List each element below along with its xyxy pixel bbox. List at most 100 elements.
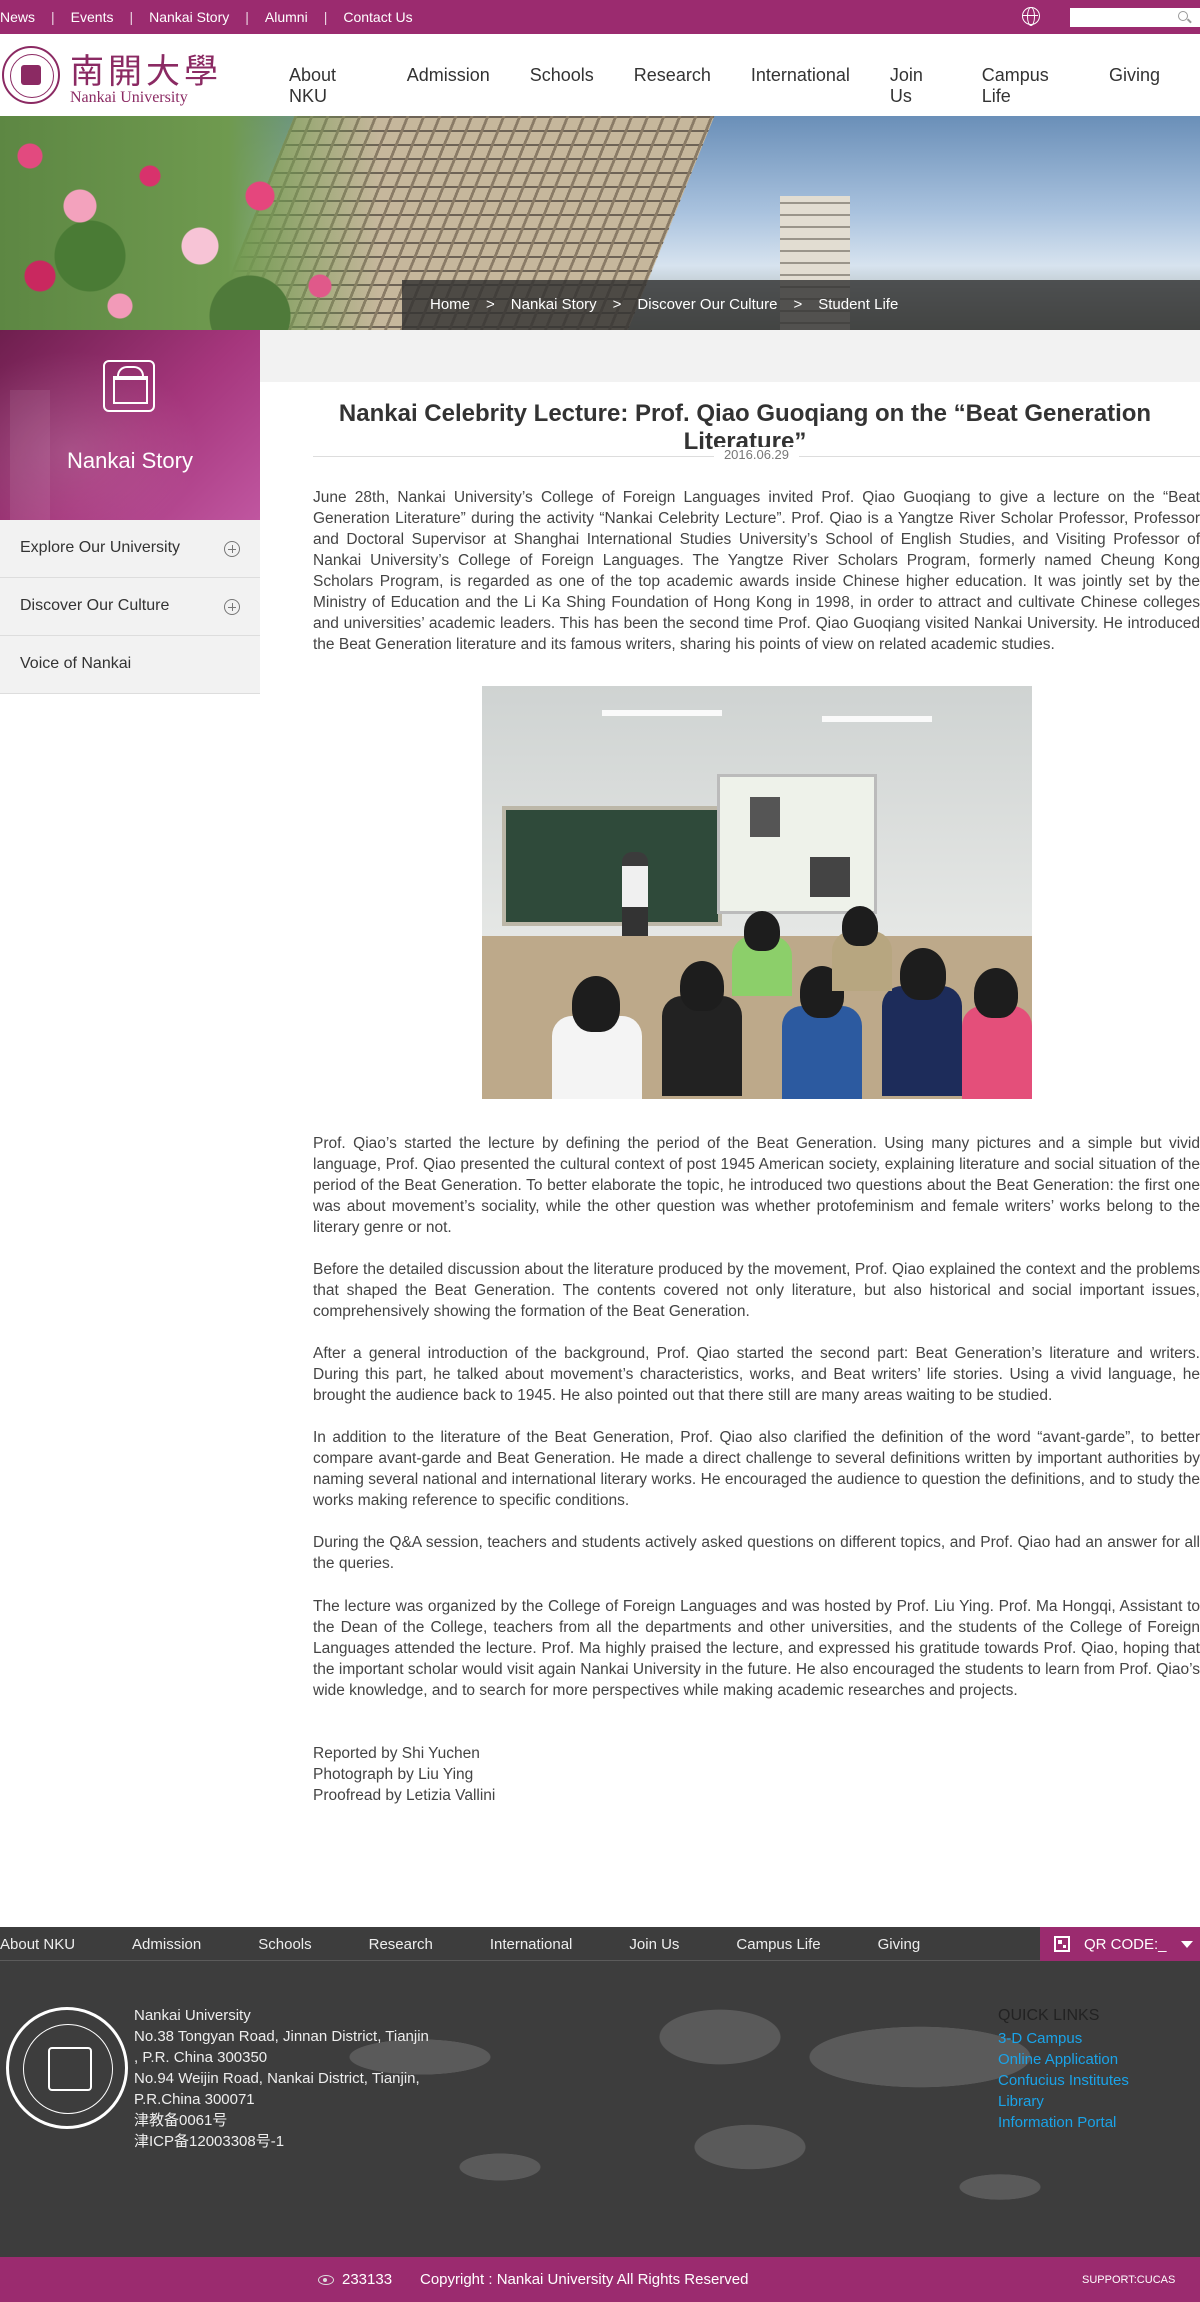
photo-student-head — [572, 976, 620, 1032]
caret-down-icon — [1181, 1941, 1193, 1948]
credit-photographer: Photograph by Liu Ying — [313, 1766, 474, 1783]
article-paragraph: During the Q&A session, teachers and stu… — [313, 1534, 1200, 1572]
sidebar-title: Nankai Story — [67, 448, 193, 473]
photo-student — [962, 1006, 1032, 1099]
sidebar-item-label: Explore Our University — [20, 539, 181, 556]
breadcrumb-student-life[interactable]: Student Life — [818, 296, 898, 313]
sidebar-item-label: Discover Our Culture — [20, 597, 170, 614]
sidebar-menu: Explore Our University Discover Our Cult… — [0, 520, 260, 694]
banner-flowers — [0, 116, 380, 330]
article-paragraph: Prof. Qiao’s started the lecture by defi… — [313, 1135, 1200, 1236]
utility-link-alumni[interactable]: Alumni — [265, 9, 308, 25]
search-icon[interactable] — [1178, 11, 1188, 21]
main-nav: About NKU Admission Schools Research Int… — [289, 65, 1200, 107]
photo-student — [882, 986, 962, 1096]
nav-admission[interactable]: Admission — [407, 65, 490, 107]
breadcrumb-nankai-story[interactable]: Nankai Story — [511, 296, 597, 313]
quick-link-3d-campus[interactable]: 3-D Campus — [998, 2028, 1129, 2049]
footer-address: Nankai University No.38 Tongyan Road, Ji… — [134, 2005, 429, 2152]
footer-nav-join-us[interactable]: Join Us — [629, 1936, 679, 1953]
photo-lamp — [822, 716, 932, 722]
article-paragraph: After a general introduction of the back… — [313, 1345, 1200, 1404]
breadcrumb-separator: > — [793, 296, 803, 313]
quick-link-library[interactable]: Library — [998, 2091, 1129, 2112]
expand-plus-icon[interactable] — [224, 599, 240, 615]
support-link[interactable]: SUPPORT:CUCAS — [1082, 2274, 1175, 2286]
separator: | — [245, 9, 249, 25]
visit-counter: 233133 — [342, 2271, 393, 2288]
photo-student — [662, 996, 742, 1096]
footer-nav-international[interactable]: International — [490, 1936, 573, 1953]
nav-campus-life[interactable]: Campus Life — [982, 65, 1069, 107]
quick-links: QUICK LINKS 3-D Campus Online Applicatio… — [998, 2005, 1129, 2133]
credit-reporter: Reported by Shi Yuchen — [313, 1745, 480, 1762]
sidebar-item-label: Voice of Nankai — [20, 655, 132, 672]
utility-link-contact[interactable]: Contact Us — [343, 9, 412, 25]
eye-icon — [318, 2275, 334, 2285]
separator: | — [51, 9, 55, 25]
breadcrumb-separator: > — [486, 296, 495, 313]
separator: | — [129, 9, 134, 25]
site-header: 南開大學 Nankai University About NKU Admissi… — [0, 34, 1200, 116]
expand-plus-icon[interactable] — [224, 541, 240, 557]
nav-giving[interactable]: Giving — [1109, 65, 1160, 107]
breadcrumb-separator: > — [612, 296, 622, 313]
breadcrumb-discover-our-culture[interactable]: Discover Our Culture — [637, 296, 777, 313]
footer-nav-schools[interactable]: Schools — [258, 1936, 311, 1953]
footer-seal-logo — [6, 2007, 128, 2129]
qr-code-icon — [1054, 1936, 1070, 1952]
breadcrumb-home[interactable]: Home — [430, 296, 470, 313]
sidebar-item-voice-of-nankai[interactable]: Voice of Nankai — [0, 636, 260, 694]
copyright-text: Copyright : Nankai University All Rights… — [420, 2271, 749, 2288]
sidebar-item-discover-our-culture[interactable]: Discover Our Culture — [0, 578, 260, 636]
article-paragraph: The lecture was organized by the College… — [313, 1598, 1200, 1699]
article-credits: Reported by Shi Yuchen Photograph by Liu… — [313, 1743, 1200, 1806]
utility-link-events[interactable]: Events — [71, 9, 114, 25]
separator: | — [323, 9, 328, 25]
nav-about-nku[interactable]: About NKU — [289, 65, 367, 107]
photo-blackboard — [502, 806, 722, 926]
photo-student-head — [842, 906, 878, 946]
footer-nav-giving[interactable]: Giving — [878, 1936, 921, 1953]
photo-student-head — [744, 911, 780, 951]
qr-code-dropdown[interactable]: QR CODE:_ — [1040, 1927, 1200, 1961]
article-date-text: 2016.06.29 — [713, 447, 800, 462]
nav-schools[interactable]: Schools — [530, 65, 594, 107]
article-date: 2016.06.29 — [313, 447, 1200, 462]
quick-links-title: QUICK LINKS — [998, 2007, 1100, 2024]
footer-nav-admission[interactable]: Admission — [132, 1936, 201, 1953]
photo-student-head — [974, 968, 1018, 1018]
quick-link-online-application[interactable]: Online Application — [998, 2049, 1129, 2070]
photo-projection-screen — [717, 774, 877, 914]
address-line: , P.R. China 300350 — [134, 2049, 268, 2066]
footer-nav-research[interactable]: Research — [369, 1936, 433, 1953]
utility-link-nankai-story[interactable]: Nankai Story — [149, 9, 229, 25]
address-line: P.R.China 300071 — [134, 2091, 255, 2108]
footer-nav-campus-life[interactable]: Campus Life — [736, 1936, 820, 1953]
address-line: No.38 Tongyan Road, Jinnan District, Tia… — [134, 2028, 429, 2045]
article-intro-paragraph: June 28th, Nankai University’s College o… — [313, 489, 1200, 653]
university-seal-logo[interactable] — [2, 46, 60, 104]
photo-lecturer — [622, 852, 648, 942]
lecture-photo — [482, 686, 1032, 1099]
book-icon — [103, 360, 155, 412]
address-line: No.94 Weijin Road, Nankai District, Tian… — [134, 2070, 420, 2087]
photo-lamp — [602, 710, 722, 716]
quick-link-information-portal[interactable]: Information Portal — [998, 2112, 1129, 2133]
address-line: 津教备0061号 — [134, 2112, 228, 2129]
logo-chinese-name[interactable]: 南開大學 — [70, 44, 222, 93]
logo-english-name[interactable]: Nankai University — [70, 89, 188, 107]
nav-join-us[interactable]: Join Us — [890, 65, 942, 107]
content-top-band — [260, 330, 1200, 382]
sidebar-item-explore-our-university[interactable]: Explore Our University — [0, 520, 260, 578]
nav-research[interactable]: Research — [634, 65, 711, 107]
hero-banner: Home > Nankai Story > Discover Our Cultu… — [0, 116, 1200, 330]
footer-nav-about-nku[interactable]: About NKU — [0, 1936, 75, 1953]
quick-link-confucius-institutes[interactable]: Confucius Institutes — [998, 2070, 1129, 2091]
utility-links: News | Events | Nankai Story | Alumni | … — [0, 9, 413, 25]
utility-link-news[interactable]: News — [0, 9, 35, 25]
copyright-bar: 233133 Copyright : Nankai University All… — [0, 2257, 1200, 2302]
nav-international[interactable]: International — [751, 65, 850, 107]
article-paragraph: In addition to the literature of the Bea… — [313, 1429, 1200, 1509]
globe-icon[interactable] — [1022, 7, 1040, 26]
